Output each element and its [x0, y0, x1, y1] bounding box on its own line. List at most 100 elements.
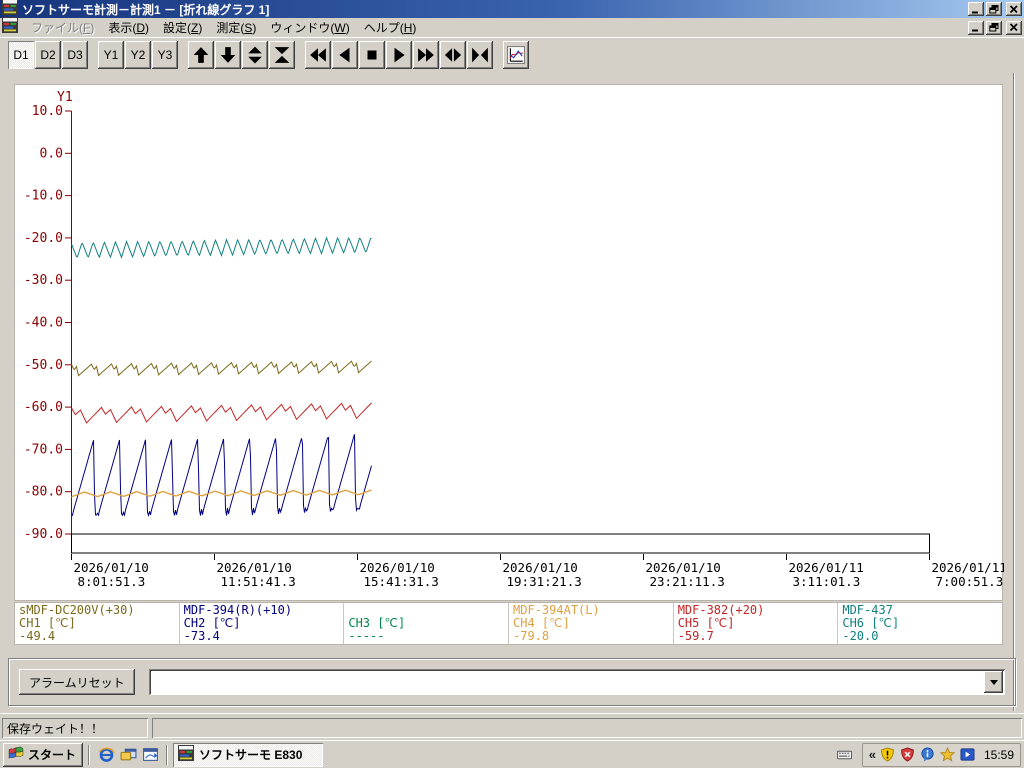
y2-button[interactable]: Y2: [125, 41, 151, 69]
mdi-child-icon: [2, 17, 18, 38]
legend-cell-CH3: CH3 [℃] -----: [343, 603, 508, 644]
combobox-dropdown-button[interactable]: [984, 671, 1003, 693]
close-button[interactable]: [1006, 2, 1022, 16]
x-range-box[interactable]: [71, 533, 930, 554]
toolbar: D1 D2 D3 Y1 Y2 Y3: [0, 37, 1024, 72]
x-axis-time-label: 23:21:11.3: [650, 574, 725, 589]
scroll-up-button[interactable]: [188, 41, 214, 69]
keyboard-layout-icon[interactable]: [832, 744, 858, 766]
line-chart-panel: Y1 10.0 0.0 -10.0 -20.0 -30.0 -40.0 -50.0 -60.0 -…: [14, 84, 1004, 601]
legend-current-value: -49.4: [19, 629, 56, 643]
collapse-horizontal-icon: [472, 47, 488, 63]
legend: sMDF-DC200V(+30) CH1 [℃] -49.4 MDF-394(R)(+…: [14, 602, 1003, 645]
mdi-minimize-button[interactable]: [968, 20, 984, 35]
d1-button[interactable]: D1: [8, 41, 34, 69]
mdi-close-button[interactable]: [1006, 20, 1022, 35]
y-axis-tick-label: -90.0: [24, 527, 63, 542]
info-balloon-icon[interactable]: [920, 747, 936, 763]
series-line-CH6: [71, 236, 372, 259]
taskbar-clock: 15:59: [983, 747, 1014, 762]
menu-設定(Z)[interactable]: 設定(Z): [156, 17, 209, 38]
line-chart: Y110.0 0.0 -10.0 -20.0 -30.0 -40.0 -50.0 -60.0 -…: [24, 90, 1004, 589]
menu-ヘルプ(H)[interactable]: ヘルプ(H): [357, 17, 424, 38]
task-button-label: ソフトサーモ E830: [199, 748, 303, 762]
step-right-icon: [394, 47, 405, 63]
y-axis-tick-label: -40.0: [24, 316, 63, 331]
tray-icons-box: « 15:59: [861, 742, 1021, 767]
internet-explorer-icon[interactable]: [95, 744, 117, 766]
x-axis-date-label: 2026/01/11: [789, 560, 864, 575]
y-axis-title: Y1: [57, 90, 73, 105]
forward-icon: [418, 48, 434, 62]
collapse-horizontal-button[interactable]: [467, 41, 493, 69]
legend-current-value: -79.8: [513, 629, 550, 643]
taskbar: スタート ソフトサーモ E830 « 15:59: [0, 740, 1024, 768]
x-axis-time-label: 3:11:01.3: [793, 574, 861, 589]
alarm-combobox-input[interactable]: [150, 671, 983, 693]
arrow-up-icon: [193, 47, 209, 63]
browser-window-icon[interactable]: [139, 744, 161, 766]
minimize-button[interactable]: [968, 2, 984, 16]
legend-cell-CH1: sMDF-DC200V(+30) CH1 [℃] -49.4: [15, 603, 179, 644]
alarm-reset-button[interactable]: アラームリセット: [19, 669, 135, 695]
d2-button[interactable]: D2: [35, 41, 61, 69]
y-axis-tick-label: -10.0: [24, 189, 63, 204]
taskbar-separator-2: [166, 744, 169, 765]
x-axis-time-label: 19:31:21.3: [507, 574, 582, 589]
toolbar-separator: [179, 41, 188, 69]
legend-cell-CH6: MDF-437 CH6 [℃] -20.0: [837, 603, 1002, 644]
scroll-down-button[interactable]: [215, 41, 241, 69]
legend-cell-CH5: MDF-382(+20) CH5 [℃] -59.7: [672, 603, 838, 644]
expand-horizontal-button[interactable]: [440, 41, 466, 69]
taskbar-separator: [88, 744, 91, 765]
update-star-icon[interactable]: [940, 747, 956, 763]
d3-button[interactable]: D3: [62, 41, 88, 69]
titlebar: ソフトサーモ計測－計測1 － [折れ線グラフ 1]: [0, 0, 1024, 18]
legend-cell-CH2: MDF-394(R)(+10) CH2 [℃] -73.4: [178, 603, 344, 644]
y1-button[interactable]: Y1: [98, 41, 124, 69]
series-line-CH2: [71, 434, 372, 518]
menu-表示(D)[interactable]: 表示(D): [101, 17, 156, 38]
toolbar-separator: [89, 41, 98, 69]
application-window: ソフトサーモ計測－計測1 － [折れ線グラフ 1] ファイル(F) 表示(D) 設定…: [0, 0, 1024, 768]
legend-current-value: -20.0: [842, 629, 879, 643]
x-axis-date-label: 2026/01/10: [74, 560, 149, 575]
y-axis-tick-label: 10.0: [32, 104, 63, 119]
chevron-down-icon: [989, 679, 998, 685]
arrow-down-icon: [220, 47, 236, 63]
toolbar-separator: [296, 41, 305, 69]
collapse-vertical-button[interactable]: [269, 41, 295, 69]
x-axis-time-label: 11:51:41.3: [221, 574, 296, 589]
y3-button[interactable]: Y3: [152, 41, 178, 69]
security-error-shield-icon[interactable]: [900, 747, 916, 763]
legend-current-value: -59.7: [677, 629, 714, 643]
stop-button[interactable]: [359, 41, 385, 69]
start-button[interactable]: スタート: [3, 742, 84, 767]
task-button-softthermo[interactable]: ソフトサーモ E830: [173, 742, 323, 767]
expand-vertical-button[interactable]: [242, 41, 268, 69]
alarm-panel: アラームリセット: [8, 658, 1016, 706]
mdi-restore-button[interactable]: [986, 20, 1002, 35]
show-desktop-icon[interactable]: [117, 744, 139, 766]
alarm-combobox[interactable]: [148, 669, 1005, 695]
series-line-CH1: [71, 360, 372, 377]
forward-button[interactable]: [413, 41, 439, 69]
y-axis-tick-label: -80.0: [24, 485, 63, 500]
rewind-button[interactable]: [305, 41, 331, 69]
step-left-button[interactable]: [332, 41, 358, 69]
step-right-button[interactable]: [386, 41, 412, 69]
graph-view-button[interactable]: [503, 41, 529, 69]
y-axis-tick-label: 0.0: [40, 146, 63, 161]
media-player-icon[interactable]: [960, 747, 976, 763]
menu-ウィンドウ(W)[interactable]: ウィンドウ(W): [263, 17, 356, 38]
menu-items: ファイル(F) 表示(D) 設定(Z) 測定(S) ウィンドウ(W) ヘルプ(H): [24, 17, 423, 38]
tray-collapse-chevron[interactable]: «: [869, 747, 876, 762]
menu-測定(S)[interactable]: 測定(S): [209, 17, 263, 38]
restore-button[interactable]: [986, 2, 1002, 16]
status-panel-secondary: [152, 718, 1022, 738]
system-tray: « 15:59: [832, 742, 1021, 767]
security-warning-shield-icon[interactable]: [880, 747, 896, 763]
legend-cell-CH4: MDF-394AT(L) CH4 [℃] -79.8: [508, 603, 673, 644]
x-axis-date-label: 2026/01/10: [360, 560, 435, 575]
y-axis-tick-label: -60.0: [24, 400, 63, 415]
